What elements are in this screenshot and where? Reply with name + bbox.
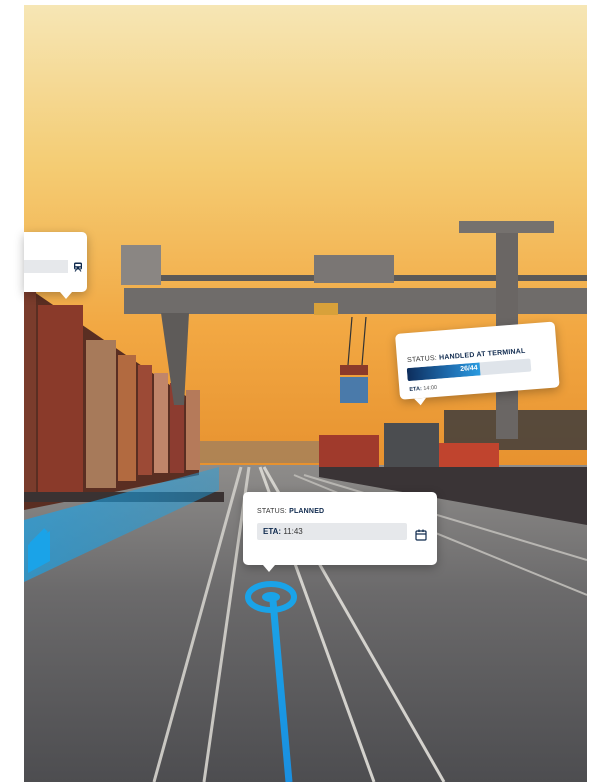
status-label: STATUS: <box>406 354 438 365</box>
status-label: STATUS: <box>257 508 287 515</box>
status-value: PLANNED <box>289 508 325 515</box>
eta-field: ETA: 11:43 <box>257 523 407 540</box>
eta-bar-partial <box>24 260 68 273</box>
eta-label: ETA: <box>263 527 282 536</box>
train-icon <box>74 262 82 272</box>
terminal-status-callout[interactable]: STATUS: HANDLED AT TERMINAL 26/44 ETA: 1… <box>395 321 560 400</box>
eta-line: ETA: 14:00 <box>409 385 437 393</box>
eta-value: 11:43 <box>283 527 303 536</box>
eta-label: ETA: <box>409 386 423 394</box>
planned-status-callout[interactable]: STATUS: PLANNED ETA: 11:43 <box>243 492 437 572</box>
background-photo <box>24 5 587 782</box>
ar-rail-yard-scene <box>24 5 587 782</box>
calendar-icon[interactable] <box>415 529 427 541</box>
train-info-callout[interactable] <box>24 232 87 299</box>
eta-value: 14:00 <box>423 384 438 392</box>
planned-status-line: STATUS: PLANNED <box>257 508 324 515</box>
chevron-left-icon[interactable] <box>28 528 50 560</box>
